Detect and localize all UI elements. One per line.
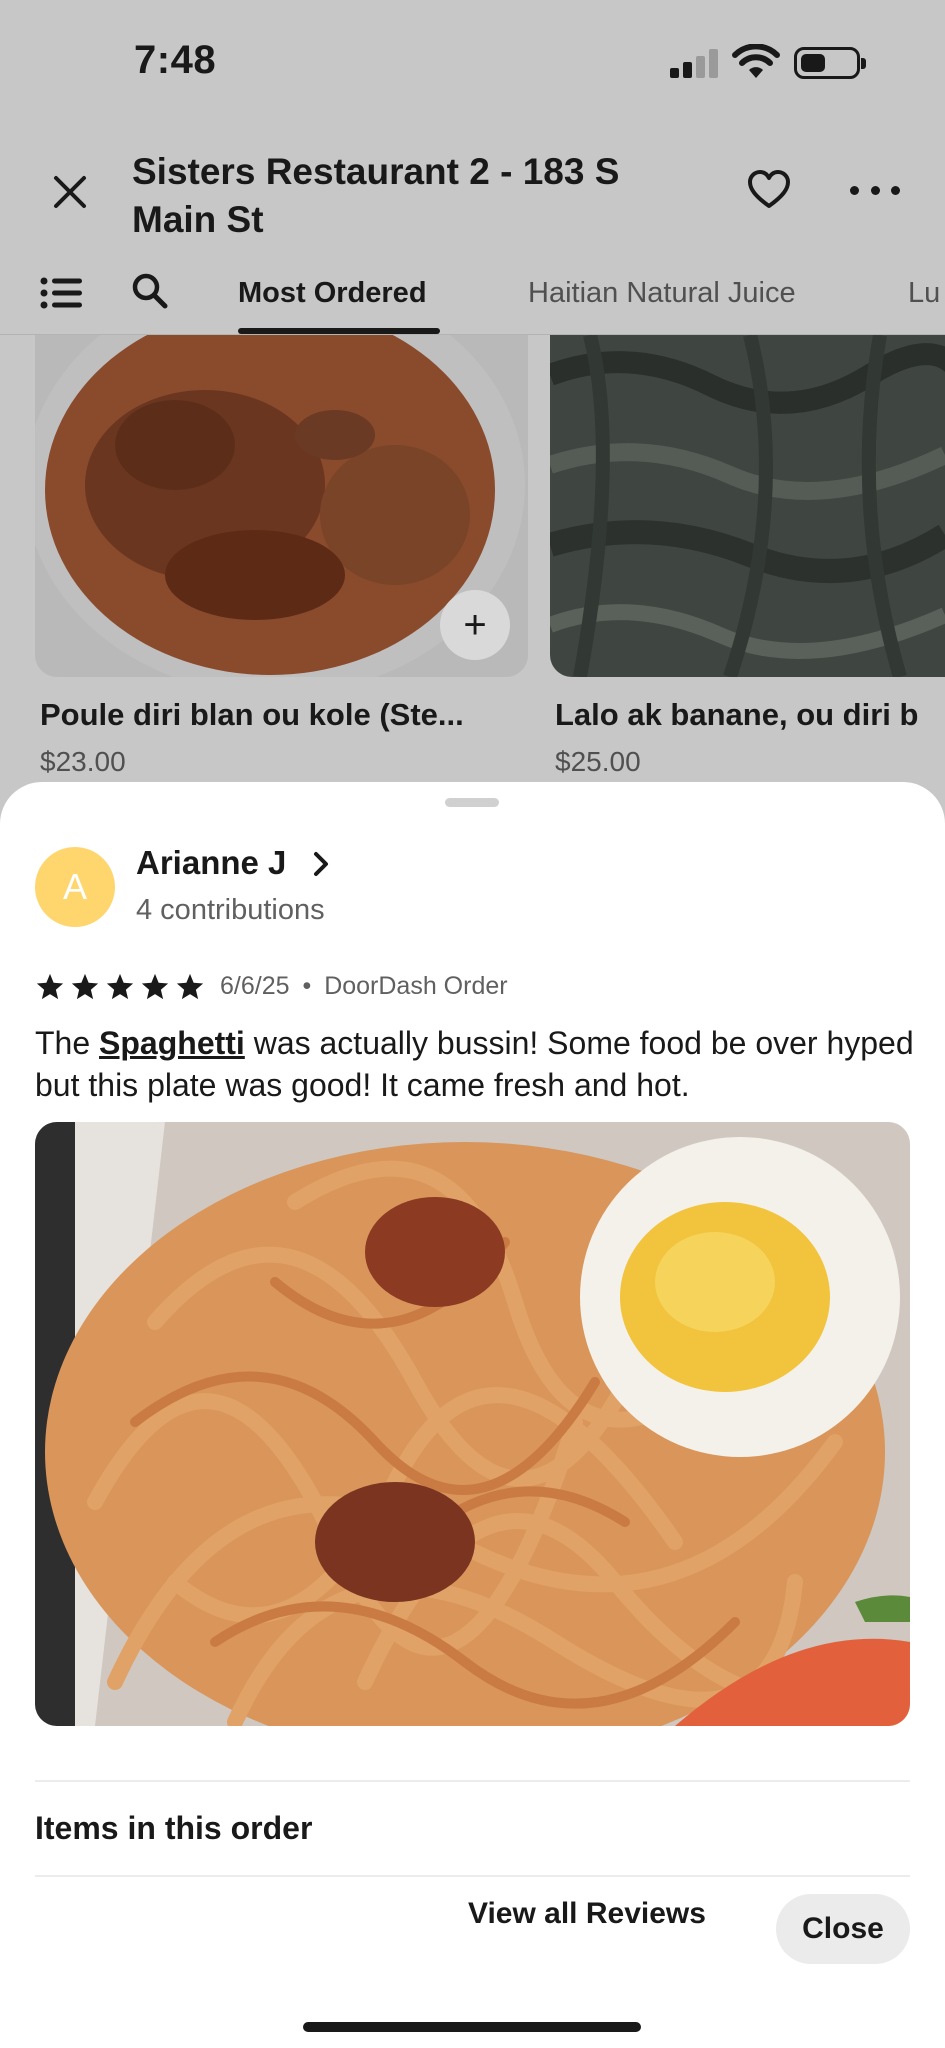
chevron-right-icon[interactable] <box>308 850 334 878</box>
cellular-signal-icon <box>670 48 720 78</box>
close-icon[interactable] <box>48 170 92 214</box>
menu-item-price: $23.00 <box>40 746 126 777</box>
favorite-heart-icon[interactable] <box>745 166 793 214</box>
star-icon <box>141 973 169 1000</box>
add-to-cart-button[interactable]: + <box>440 590 510 660</box>
store-title: Sisters Restaurant 2 - 183 S Main St <box>132 151 620 240</box>
divider <box>35 1875 910 1877</box>
review-text-start: The <box>35 1025 100 1061</box>
category-tabs: Most Ordered Haitian Natural Juice Lu <box>0 255 945 335</box>
menu-item-image <box>550 335 945 677</box>
star-rating <box>35 972 205 1002</box>
active-tab-indicator <box>238 328 440 334</box>
menu-item-name: Lalo ak banane, ou diri b <box>555 697 919 732</box>
contributions-count: 4 contributions <box>136 894 325 926</box>
review-text: The Spaghetti was actually bussin! Some … <box>35 1022 915 1106</box>
avatar[interactable]: A <box>35 847 115 927</box>
tab-lu[interactable]: Lu <box>908 277 940 310</box>
status-time: 7:48 <box>134 38 217 82</box>
review-bottom-sheet: A Arianne J 4 contributions 6/6/25 • Doo… <box>0 782 945 2048</box>
tab-haitian-natural-juice[interactable]: Haitian Natural Juice <box>528 277 796 310</box>
meta-separator: • <box>302 972 312 1000</box>
home-indicator[interactable] <box>303 2022 641 2032</box>
tab-most-ordered[interactable]: Most Ordered <box>238 277 427 310</box>
star-icon <box>106 973 134 1000</box>
search-icon[interactable] <box>130 271 170 311</box>
close-button[interactable]: Close <box>776 1894 910 1964</box>
star-icon <box>71 973 99 1000</box>
review-meta: 6/6/25 • DoorDash Order <box>220 972 508 1001</box>
sheet-grabber[interactable] <box>445 798 499 807</box>
order-source: DoorDash Order <box>324 972 508 1000</box>
menu-item-price: $25.00 <box>555 746 641 777</box>
review-item-link[interactable]: Spaghetti <box>99 1025 245 1061</box>
more-options-icon[interactable] <box>850 166 900 214</box>
menu-list-icon[interactable] <box>40 273 84 313</box>
review-photo[interactable] <box>35 1122 910 1726</box>
store-header: Sisters Restaurant 2 - 183 S Main St <box>0 130 945 250</box>
items-in-order-heading[interactable]: Items in this order <box>35 1810 312 1847</box>
view-all-reviews-button[interactable]: View all Reviews <box>468 1897 706 1931</box>
menu-item-name: Poule diri blan ou kole (Ste... <box>40 697 464 732</box>
wifi-icon <box>732 44 780 78</box>
battery-icon <box>794 47 866 79</box>
star-icon <box>36 973 64 1000</box>
reviewer-name[interactable]: Arianne J <box>136 844 286 882</box>
review-date: 6/6/25 <box>220 972 290 1000</box>
divider <box>35 1780 910 1782</box>
star-icon <box>176 973 204 1000</box>
status-bar: 7:48 <box>0 0 945 130</box>
